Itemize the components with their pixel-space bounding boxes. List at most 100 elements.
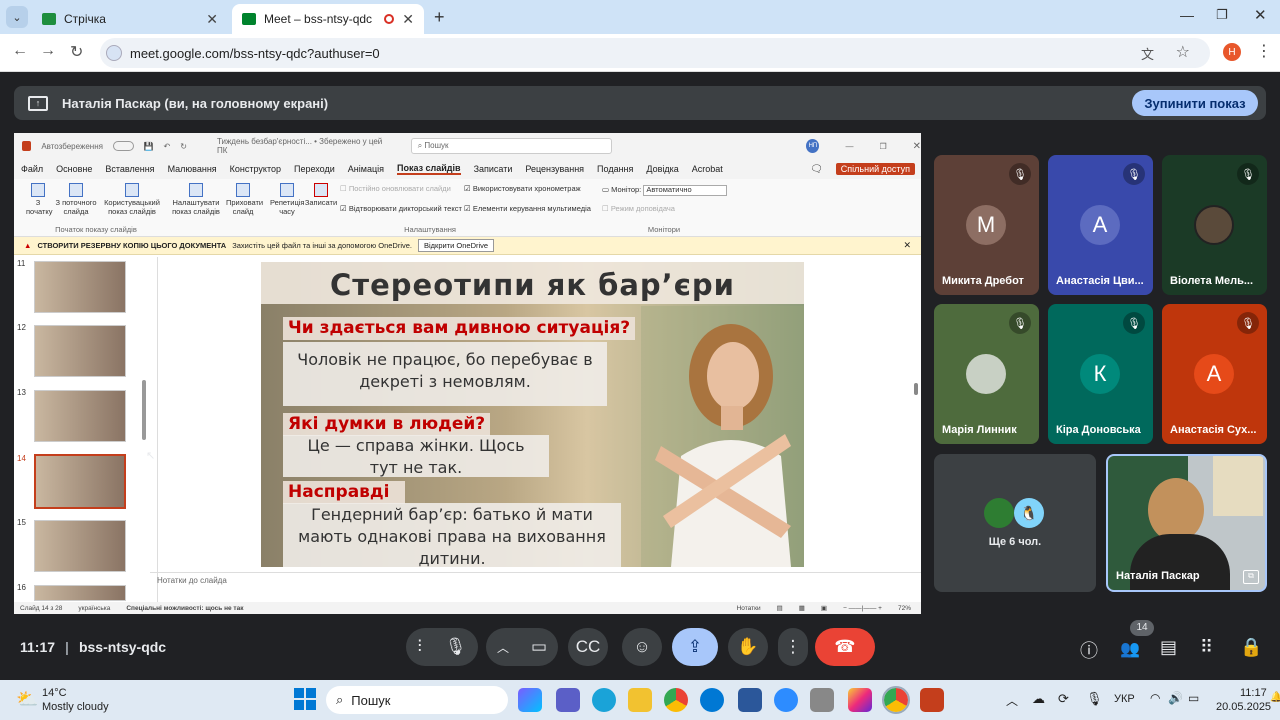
tab-meet[interactable]: Meet – bss-ntsy-qdc ✕ xyxy=(232,4,424,34)
wifi-icon[interactable]: ◠ xyxy=(1150,691,1160,705)
more-participants-tile[interactable]: 🐧 Ще 6 чол. xyxy=(934,454,1096,592)
microphone-icon[interactable]: 🎙 xyxy=(445,637,467,657)
tab-animations[interactable]: Анімація xyxy=(348,164,384,174)
setup-show-button[interactable]: Налаштувати показ слайдів xyxy=(170,183,222,216)
leave-call-button[interactable]: ☎ xyxy=(815,628,875,666)
close-tab-icon[interactable]: ✕ xyxy=(402,11,414,28)
autosave-toggle[interactable] xyxy=(112,141,134,151)
edge-icon[interactable] xyxy=(592,688,616,712)
self-view-tile[interactable]: Наталія Паскар ⧉ xyxy=(1106,454,1267,592)
slide-thumbnail[interactable] xyxy=(34,325,126,377)
slide-thumbnail[interactable] xyxy=(34,585,126,601)
copilot-icon[interactable] xyxy=(518,688,542,712)
tab-design[interactable]: Конструктор xyxy=(230,164,281,174)
chevron-up-icon[interactable]: ︿ xyxy=(497,639,509,656)
tab-draw[interactable]: Малювання xyxy=(168,164,217,174)
media-controls-checkbox[interactable]: ☑ Елементи керування мультимедіа xyxy=(464,204,591,214)
ppt-close-icon[interactable]: ✕ xyxy=(913,141,921,152)
tab-review[interactable]: Рецензування xyxy=(525,164,584,174)
reactions-button[interactable]: ☺ xyxy=(622,628,662,666)
microphone-tray-icon[interactable]: 🎙 xyxy=(1086,691,1103,707)
ppt-search-box[interactable]: ⌕ Пошук xyxy=(410,138,613,154)
forward-icon[interactable]: → xyxy=(40,42,56,60)
outlook-icon[interactable] xyxy=(700,688,724,712)
ppt-restore-icon[interactable]: ❐ xyxy=(879,142,886,151)
save-icon[interactable]: 💾 xyxy=(144,142,154,151)
pip-icon[interactable]: ⧉ xyxy=(1243,570,1259,584)
volume-icon[interactable]: 🔊 xyxy=(1168,691,1183,705)
minimize-icon[interactable]: — xyxy=(1180,7,1194,23)
custom-show-button[interactable]: Користувацький показ слайдів xyxy=(104,183,160,216)
rehearse-timings-button[interactable]: Репетиція часу xyxy=(270,183,304,216)
tab-acrobat[interactable]: Acrobat xyxy=(692,164,723,174)
notifications-icon[interactable]: 🔔 xyxy=(1270,692,1280,703)
monitor-select[interactable]: Автоматично xyxy=(643,185,728,196)
chat-icon[interactable]: ▤ xyxy=(1160,637,1177,658)
new-tab-icon[interactable]: + xyxy=(434,7,445,28)
user-avatar[interactable]: НП xyxy=(806,139,820,153)
sorter-view-icon[interactable]: ▦ xyxy=(799,604,805,612)
captions-button[interactable]: CC xyxy=(568,628,608,666)
clock-date[interactable]: 20.05.2025 xyxy=(1216,701,1271,713)
reload-icon[interactable]: ↻ xyxy=(70,42,83,62)
presenter-view-checkbox[interactable]: ☐ Режим доповідача xyxy=(602,204,675,214)
from-current-button[interactable]: З поточного слайда xyxy=(54,183,98,216)
tab-home[interactable]: Основне xyxy=(56,164,92,174)
camera-icon[interactable]: ▭ xyxy=(531,637,547,657)
activities-icon[interactable]: ⠿ xyxy=(1200,637,1213,658)
tab-insert[interactable]: Вставлення xyxy=(105,164,154,174)
tab-record[interactable]: Записати xyxy=(474,164,513,174)
tab-classroom[interactable]: Стрічка ✕ xyxy=(32,4,228,34)
menu-kebab-icon[interactable]: ⋮ xyxy=(1256,41,1272,61)
language-indicator[interactable]: українська xyxy=(78,605,110,612)
accessibility-status[interactable]: Спеціальні можливості: щось не так xyxy=(126,605,243,612)
participant-tile[interactable]: 🎙 Марія Линник xyxy=(934,304,1039,444)
present-button[interactable]: ⇪ xyxy=(672,628,718,666)
slide-thumbnail[interactable] xyxy=(34,520,126,572)
word-icon[interactable] xyxy=(738,688,762,712)
use-timings-checkbox[interactable]: ☑ Використовувати хронометраж xyxy=(464,184,581,194)
tab-help[interactable]: Довідка xyxy=(646,164,678,174)
tab-view[interactable]: Подання xyxy=(597,164,633,174)
meeting-details-icon[interactable]: ⓘ xyxy=(1080,637,1098,663)
slide-canvas[interactable]: Стереотипи як бар’єри Чи здається вам ди… xyxy=(261,262,804,567)
address-bar[interactable]: meet.google.com/bss-ntsy-qdc?authuser=0 … xyxy=(100,38,1210,68)
onedrive-icon[interactable]: ☁ xyxy=(1032,691,1045,707)
participant-tile[interactable]: 🎙 М Микита Дребот xyxy=(934,155,1039,295)
raise-hand-button[interactable]: ✋ xyxy=(728,628,768,666)
normal-view-icon[interactable]: ▤ xyxy=(777,604,783,612)
tray-chevron-icon[interactable]: ︿ xyxy=(1006,692,1018,709)
slide-thumbnail[interactable] xyxy=(34,390,126,442)
instagram-icon[interactable] xyxy=(848,688,872,712)
share-button[interactable]: Спільний доступ xyxy=(835,163,915,175)
chrome-active-icon[interactable] xyxy=(882,686,910,714)
more-options-button[interactable]: ⋮ xyxy=(778,628,808,666)
dismiss-icon[interactable]: ✕ xyxy=(903,240,911,251)
tab-slideshow[interactable]: Показ слайдів xyxy=(396,163,461,175)
ppt-minimize-icon[interactable]: — xyxy=(845,142,853,151)
participant-tile[interactable]: 🎙 А Анастасія Сух... xyxy=(1162,304,1267,444)
close-window-icon[interactable]: ✕ xyxy=(1254,6,1267,24)
tab-search-button[interactable]: ⌄ xyxy=(6,6,28,28)
open-onedrive-button[interactable]: Відкрити OneDrive xyxy=(418,239,495,252)
participant-tile[interactable]: 🎙 Віолета Мель... xyxy=(1162,155,1267,295)
app-icon[interactable] xyxy=(810,688,834,712)
bookmark-star-icon[interactable]: ☆ xyxy=(1176,42,1190,62)
notes-placeholder[interactable]: Нотатки до слайда xyxy=(157,576,227,585)
sync-icon[interactable]: ⟳ xyxy=(1058,691,1069,707)
reading-view-icon[interactable]: ▣ xyxy=(821,604,827,612)
undo-icon[interactable]: ↶ xyxy=(164,142,171,151)
profile-avatar[interactable]: Н xyxy=(1223,43,1241,61)
hide-slide-button[interactable]: Приховати слайд xyxy=(226,183,263,216)
thumbnails-scrollbar[interactable] xyxy=(142,380,146,440)
slide-thumbnail-selected[interactable] xyxy=(34,454,126,509)
tab-transitions[interactable]: Переходи xyxy=(294,164,335,174)
zoom-level[interactable]: 72% xyxy=(898,605,911,612)
play-narrations-checkbox[interactable]: ☑ Відтворювати дикторський текст xyxy=(340,204,462,214)
clock-time[interactable]: 11:17 xyxy=(1240,687,1267,699)
record-button[interactable]: Записати xyxy=(304,183,338,208)
taskbar-search[interactable]: ⌕ Пошук xyxy=(326,686,508,714)
from-start-button[interactable]: З початку xyxy=(26,183,53,216)
keyboard-language[interactable]: УКР xyxy=(1114,693,1135,705)
powerpoint-icon[interactable] xyxy=(920,688,944,712)
